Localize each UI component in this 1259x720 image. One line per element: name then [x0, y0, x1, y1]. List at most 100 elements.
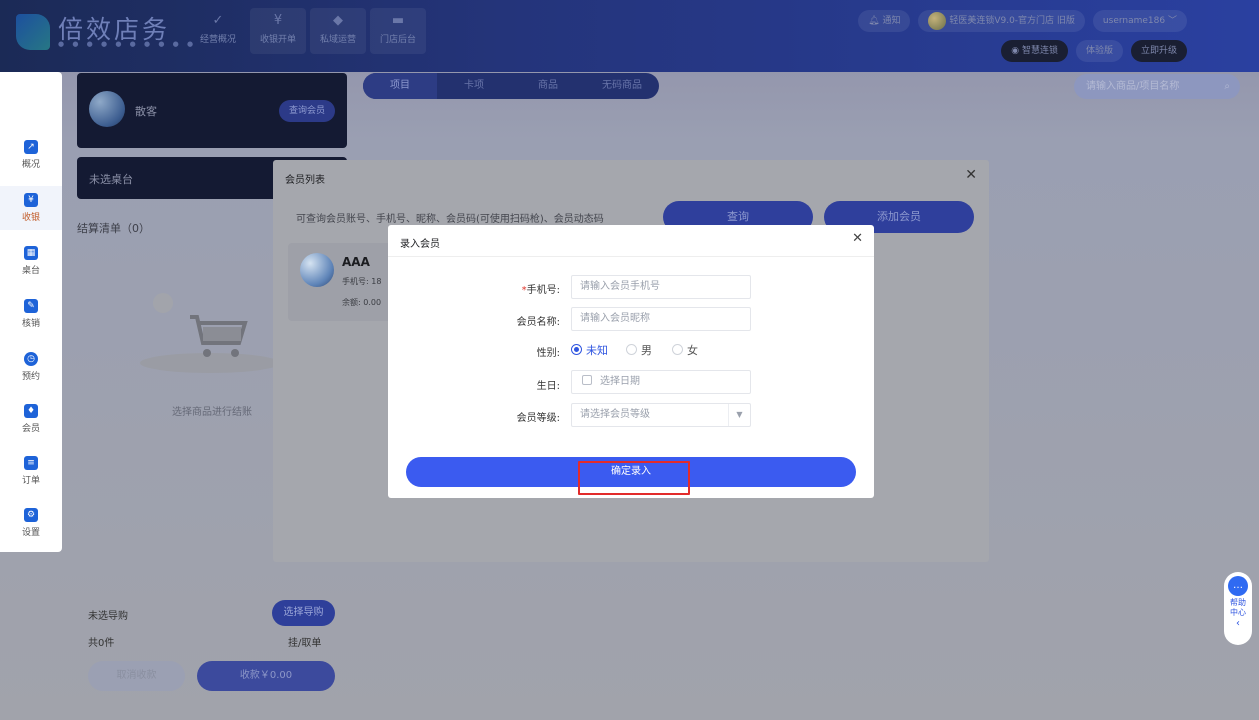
user-label: username186 [1102, 16, 1166, 26]
select-guide-button[interactable]: 选择导购 [272, 600, 335, 626]
member-level-select[interactable]: 请选择会员等级 ▼ [571, 403, 751, 427]
nav-private-ops-label: 私域运营 [319, 35, 356, 45]
chat-bubble-icon: … [1228, 576, 1248, 596]
sidebar-item-label: 概况 [21, 160, 40, 170]
top-nav: ✓ 经营概况 ¥ 收银开单 ◆ 私域运营 ▬ 门店后台 [190, 8, 426, 54]
nav-private-ops[interactable]: ◆ 私域运营 [310, 8, 366, 54]
member-list-item[interactable]: AAA 手机号: 18 余额: 0.00 [288, 243, 403, 321]
nav-cashier-label: 收银开单 [259, 35, 296, 45]
nav-overview[interactable]: ✓ 经营概况 [190, 8, 246, 54]
bell-icon: 🔔︎ [868, 16, 880, 26]
nav-store-backend[interactable]: ▬ 门店后台 [370, 8, 426, 54]
gender-radio-male[interactable]: 男 [626, 342, 652, 358]
member-card-name: AAA [342, 255, 370, 269]
order-list-icon: ≡ [24, 456, 38, 470]
nav-store-backend-label: 门店后台 [379, 35, 416, 45]
notice-button[interactable]: 🔔︎ 通知 [858, 10, 911, 32]
cancel-payment-button[interactable]: 取消收款 [88, 661, 185, 691]
header-right-bottom: ◉ 智慧连锁 体验版 立即升级 [1001, 40, 1187, 62]
calendar-icon [582, 375, 592, 385]
table-label: 未选桌台 [89, 173, 133, 186]
radio-dot [626, 344, 637, 355]
member-card-balance: 余额: 0.00 [342, 298, 382, 307]
radio-dot [672, 344, 683, 355]
shield-icon: ◉ [1011, 46, 1020, 56]
trial-badge: 体验版 [1075, 40, 1123, 62]
radio-dot [571, 344, 582, 355]
member-search-hint: 可查询会员账号、手机号、昵称、会员码(可使用扫码枪)、会员动态码 [296, 214, 604, 225]
gender-radio-female[interactable]: 女 [672, 342, 698, 358]
marketing-label: 智慧连锁 [1021, 46, 1058, 56]
chevron-down-icon: ▼ [728, 404, 750, 426]
left-sidebar: ↗ 概况 ¥ 收银 ▦ 桌台 ✎ 核销 ◷ 预约 ♦ 会员 ≡ 订单 ⚙ 设置 [0, 72, 62, 552]
gender-radio-unknown[interactable]: 未知 [571, 342, 608, 358]
member-card-phone: 手机号: 18 [342, 277, 382, 286]
sidebar-item-label: 会员 [21, 424, 40, 434]
cashier-icon: ¥ [24, 193, 38, 207]
user-menu[interactable]: username186 ﹀ [1092, 10, 1187, 32]
member-name-input[interactable]: 请输入会员昵称 [571, 307, 751, 331]
store-switcher[interactable]: 轻医美连锁V9.0-官方门店 旧版 [918, 10, 1085, 32]
tab-uncoded-goods[interactable]: 无码商品 [585, 73, 659, 99]
product-search-input[interactable]: 请输入商品/项目名称 ⌕ [1074, 74, 1240, 99]
notice-label: 通知 [882, 16, 901, 26]
phone-input[interactable]: 请输入会员手机号 [571, 275, 751, 299]
tab-cards[interactable]: 卡项 [437, 73, 511, 99]
chevron-down-icon: ﹀ [1167, 16, 1177, 26]
birthday-date-picker[interactable]: 选择日期 [571, 370, 751, 394]
avatar [300, 253, 334, 287]
chevron-left-icon[interactable]: ‹ [1224, 618, 1252, 629]
sidebar-item-orders[interactable]: ≡ 订单 [0, 456, 62, 486]
store-icon: ▬ [391, 13, 405, 28]
product-tabs: 项目 卡项 商品 无码商品 [363, 73, 659, 99]
chart-icon: ↗ [24, 140, 38, 154]
phone-label: *手机号: [521, 285, 560, 296]
sidebar-item-members[interactable]: ♦ 会员 [0, 404, 62, 434]
brand-subtitle-dots: ● ● ● ● ● ● ● ● ● ● [58, 40, 197, 48]
phone-placeholder: 请输入会员手机号 [580, 281, 660, 292]
guide-label: 未选导购 [88, 611, 128, 622]
trend-icon: ✓ [212, 13, 224, 28]
collect-payment-button[interactable]: 收款￥0.00 [197, 661, 335, 691]
settlement-list-title: 结算清单（0） [77, 222, 150, 235]
upgrade-button[interactable]: 立即升级 [1130, 40, 1187, 62]
sidebar-item-cashier[interactable]: ¥ 收银 [0, 186, 62, 230]
avatar [89, 91, 125, 127]
dialog-title: 会员列表 [285, 175, 325, 186]
sidebar-item-label: 收银 [21, 213, 40, 223]
hang-order-link[interactable]: 挂/取单 [288, 634, 321, 649]
marketing-badge[interactable]: ◉ 智慧连锁 [1001, 40, 1068, 62]
sidebar-item-settings[interactable]: ⚙ 设置 [0, 508, 62, 538]
member-level-label: 会员等级: [516, 413, 560, 424]
close-icon[interactable]: ✕ [965, 167, 977, 183]
member-name-label: 会员名称: [516, 317, 560, 328]
tab-items[interactable]: 项目 [363, 73, 437, 99]
sidebar-item-label: 预约 [21, 372, 40, 382]
empty-cart-icon [140, 293, 280, 373]
query-member-button[interactable]: 查询会员 [278, 100, 335, 122]
close-icon[interactable]: ✕ [852, 231, 863, 246]
member-name: 散客 [135, 105, 157, 118]
sidebar-item-tables[interactable]: ▦ 桌台 [0, 246, 62, 276]
sidebar-item-verify[interactable]: ✎ 核销 [0, 299, 62, 329]
search-placeholder: 请输入商品/项目名称 [1086, 81, 1180, 92]
store-label: 轻医美连锁V9.0-官方门店 旧版 [949, 16, 1075, 26]
name-placeholder: 请输入会员昵称 [580, 313, 650, 324]
sidebar-item-label: 设置 [21, 528, 40, 538]
search-icon[interactable]: ⌕ [1224, 74, 1230, 99]
current-member-card: 散客 查询会员 [77, 73, 347, 148]
tab-goods[interactable]: 商品 [511, 73, 585, 99]
nav-cashier[interactable]: ¥ 收银开单 [250, 8, 306, 54]
birthday-placeholder: 选择日期 [600, 376, 640, 387]
top-header: 倍效店务 ● ● ● ● ● ● ● ● ● ● ✓ 经营概况 ¥ 收银开单 ◆… [0, 0, 1259, 72]
sidebar-item-booking[interactable]: ◷ 预约 [0, 352, 62, 382]
sidebar-item-overview[interactable]: ↗ 概况 [0, 140, 62, 170]
nav-overview-label: 经营概况 [199, 35, 236, 45]
gender-label: 性别: [536, 348, 560, 359]
sidebar-item-label: 桌台 [21, 266, 40, 276]
birthday-label: 生日: [536, 381, 560, 392]
sidebar-item-label: 核销 [21, 319, 40, 329]
brand-logo-icon [16, 14, 50, 50]
help-center-label: 帮助 中心 [1230, 598, 1246, 617]
help-center-widget[interactable]: … 帮助 中心 ‹ [1224, 572, 1252, 645]
